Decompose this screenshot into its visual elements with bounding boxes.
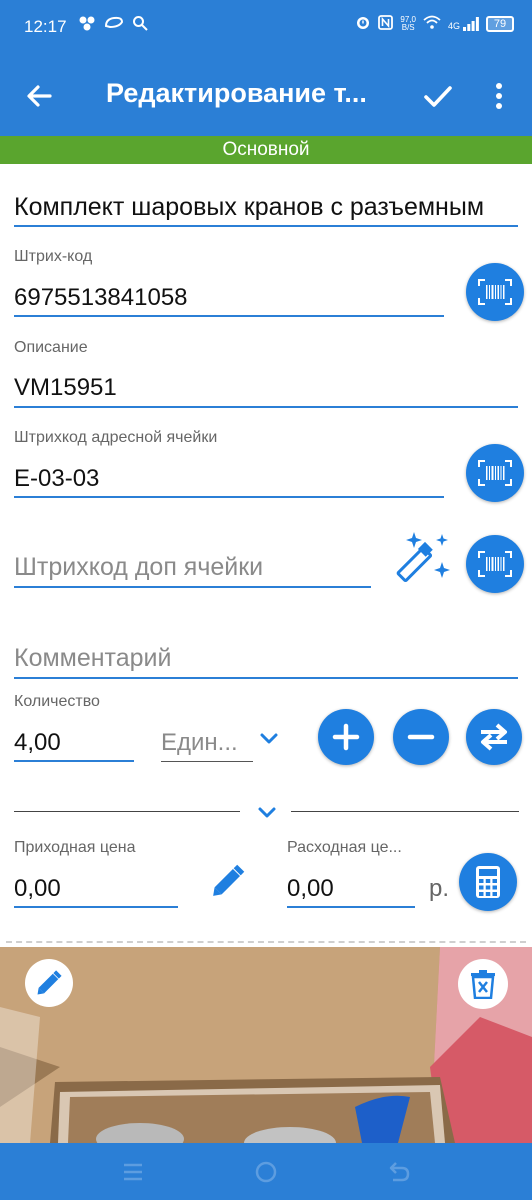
income-price-underline [14, 906, 178, 908]
check-icon[interactable] [418, 76, 458, 116]
cell-barcode-scan-button[interactable] [466, 444, 524, 502]
extra-cell-barcode-scan-button[interactable] [466, 535, 524, 593]
back-icon[interactable] [386, 1159, 412, 1185]
extra-cell-barcode-underline [14, 586, 371, 588]
pencil-icon[interactable] [206, 859, 250, 903]
pencil-icon [37, 970, 62, 995]
comment-input[interactable]: Комментарий [14, 644, 171, 673]
currency-label: р. [429, 875, 450, 902]
cell-barcode-underline [14, 496, 444, 498]
plus-icon [332, 723, 360, 751]
wifi-icon [423, 15, 441, 32]
name-input[interactable]: Комплект шаровых кранов с разъемным [14, 193, 520, 222]
quantity-plus-button[interactable] [318, 709, 374, 765]
alarm-icon [355, 14, 371, 33]
arrow-left-icon[interactable] [20, 76, 60, 116]
quantity-swap-button[interactable] [466, 709, 522, 765]
clock: 12:17 [24, 17, 67, 36]
photo-divider [6, 941, 526, 943]
unit-underline [161, 761, 253, 762]
barcode-scan-button[interactable] [466, 263, 524, 321]
barcode-label: Штрих-код [14, 248, 93, 265]
app-toolbar: Редактирование т... [0, 56, 532, 136]
system-nav-bar [0, 1143, 532, 1200]
calculator-button[interactable] [459, 853, 517, 911]
minus-icon [407, 734, 435, 740]
income-price-input[interactable]: 0,00 [14, 875, 61, 903]
network-speed-unit: B/S [401, 22, 415, 32]
description-input[interactable]: VM15951 [14, 374, 117, 402]
product-photo[interactable] [0, 947, 532, 1143]
home-icon[interactable] [253, 1159, 279, 1185]
cloud-icon [104, 15, 124, 35]
barcode-scan-icon [478, 460, 512, 486]
page-title: Редактирование т... [106, 78, 367, 108]
unit-select[interactable]: Един... [161, 729, 253, 757]
calculator-icon [476, 866, 500, 898]
more-vertical-icon[interactable] [484, 76, 514, 116]
barcode-underline [14, 315, 444, 317]
outcome-price-input[interactable]: 0,00 [287, 875, 334, 903]
barcode-input[interactable]: 6975513841058 [14, 284, 188, 312]
battery-icon: 79 [486, 15, 514, 32]
income-price-label: Приходная цена [14, 839, 136, 856]
quantity-minus-button[interactable] [393, 709, 449, 765]
chevron-down-icon[interactable] [257, 806, 277, 820]
photo-edit-button[interactable] [25, 959, 73, 1007]
signal-icon: 4G [447, 16, 479, 31]
outcome-price-underline [287, 906, 415, 908]
quantity-underline [14, 760, 134, 762]
swap-icon [481, 723, 507, 751]
barcode-scan-icon [478, 279, 512, 305]
quantity-input[interactable]: 4,00 [14, 729, 61, 757]
expander-line-left [14, 811, 240, 812]
cell-barcode-label: Штрихкод адресной ячейки [14, 429, 218, 446]
chevron-down-icon[interactable] [259, 732, 279, 746]
cell-barcode-input[interactable]: E-03-03 [14, 465, 99, 493]
photo-delete-button[interactable] [458, 959, 508, 1009]
extra-cell-barcode-input[interactable]: Штрихкод доп ячейки [14, 553, 263, 582]
status-bar: 12:17 97,0 B/S 4G 79 [0, 0, 532, 56]
quantity-label: Количество [14, 693, 100, 710]
trash-icon [471, 970, 495, 999]
description-underline [14, 406, 518, 408]
nfc-icon [378, 14, 394, 33]
signal-type: 4G [447, 20, 460, 31]
search-icon [132, 15, 148, 35]
name-underline [14, 225, 518, 227]
outcome-price-label: Расходная це... [287, 839, 402, 856]
description-label: Описание [14, 339, 88, 356]
expander-line-right [291, 811, 519, 812]
magic-wand-icon[interactable] [392, 530, 454, 592]
photo-image [0, 947, 532, 1143]
barcode-scan-icon [478, 551, 512, 577]
tab-main[interactable]: Основной [0, 136, 532, 164]
menu-icon[interactable] [120, 1159, 146, 1185]
people-icon [78, 15, 96, 35]
comment-underline [14, 677, 518, 679]
